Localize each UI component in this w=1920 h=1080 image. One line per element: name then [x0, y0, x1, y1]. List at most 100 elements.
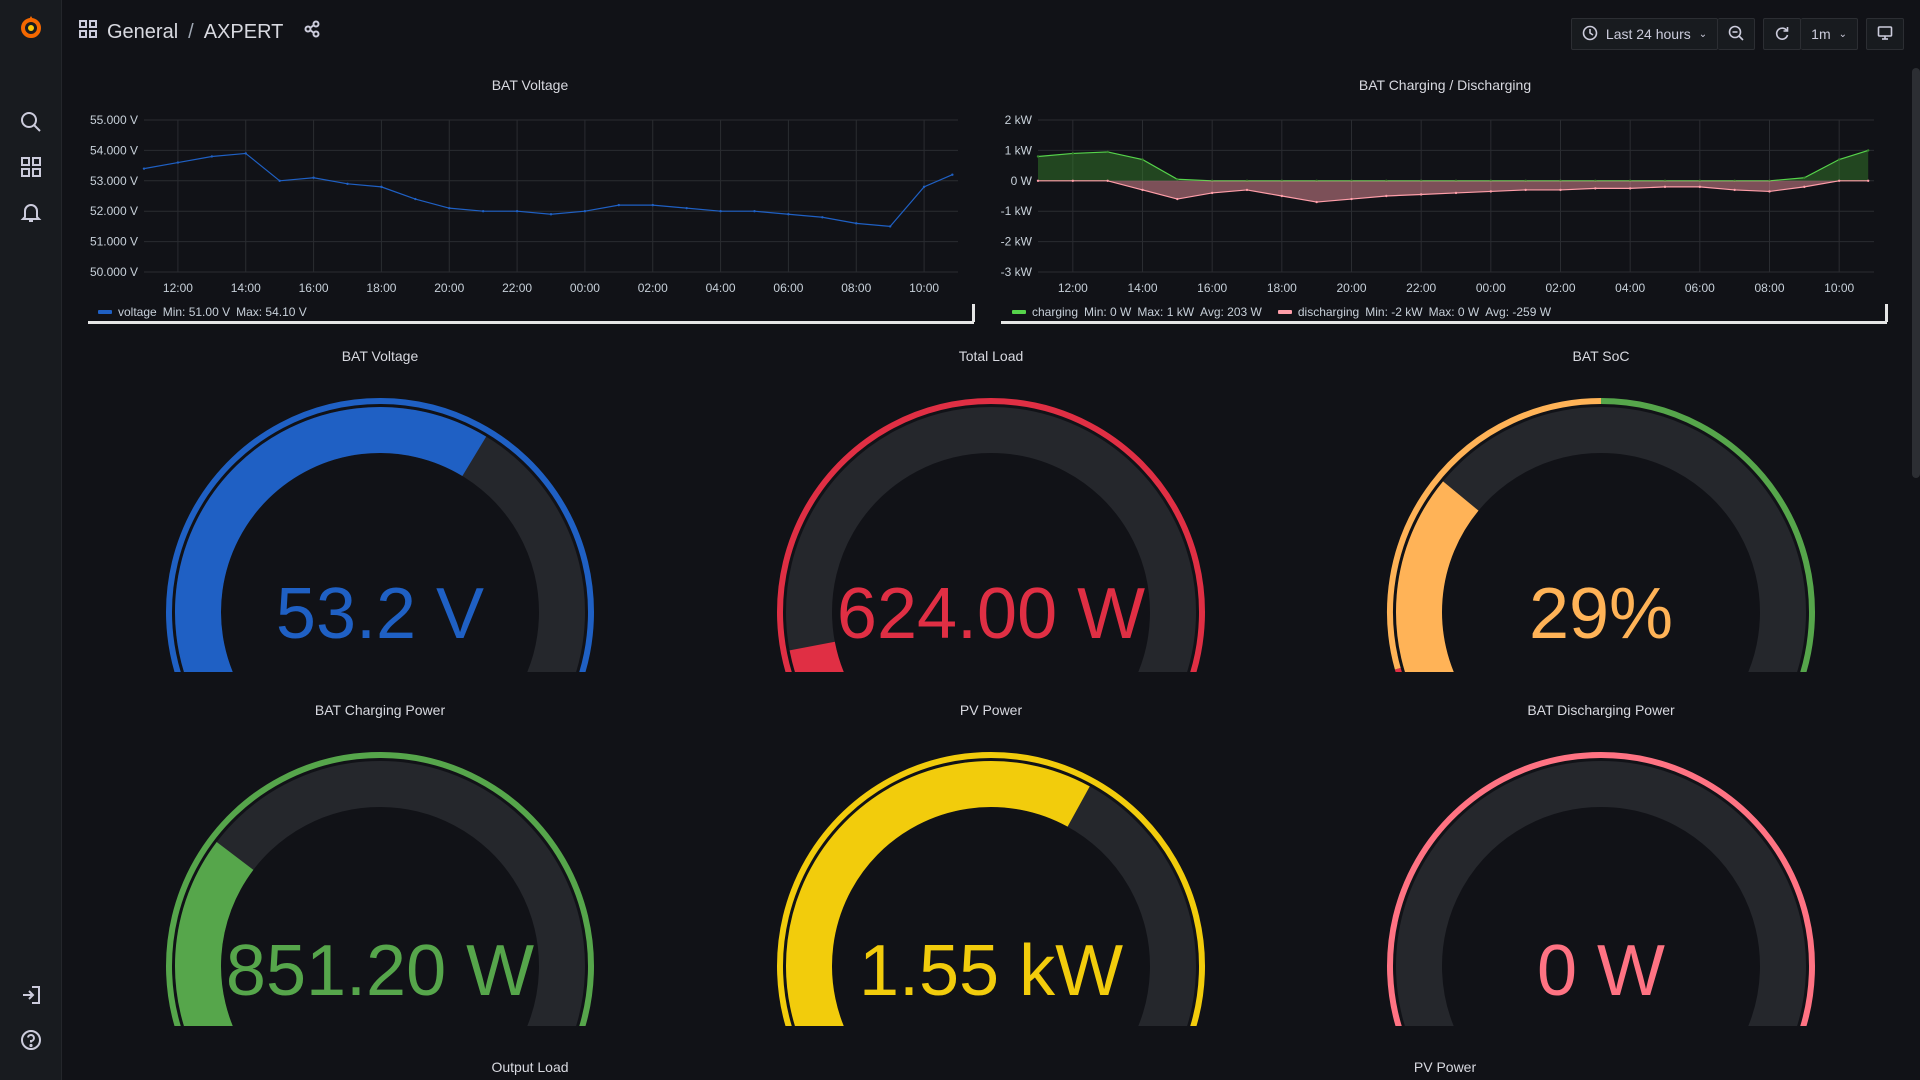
x-tick-label: 00:00 [570, 281, 600, 295]
data-point [753, 210, 756, 213]
legend-series-name: charging [1032, 305, 1079, 319]
x-tick-label: 14:00 [231, 281, 261, 295]
data-point [888, 225, 892, 228]
panel-title: PV Power [959, 702, 1023, 718]
data-point [1141, 188, 1144, 192]
legend-item[interactable]: discharging Min: -2 kW Max: 0 W Avg: -25… [1277, 305, 1551, 319]
data-point [951, 173, 954, 176]
data-point [719, 210, 722, 213]
x-tick-label: 16:00 [299, 281, 329, 295]
data-point [787, 213, 790, 216]
x-tick-label: 20:00 [434, 281, 464, 295]
breadcrumb-folder[interactable]: General [107, 21, 178, 44]
refresh-button[interactable] [1763, 18, 1802, 50]
breadcrumb-dashboard[interactable]: AXPERT [204, 21, 284, 44]
gauge-panel[interactable]: BAT SoC 29% [1363, 348, 1839, 688]
bat-charging-chart[interactable]: 2 kW 1 kW 0 W -1 kW -2 kW -3 kW 12:00 14:00 16:0… [994, 104, 1886, 302]
y-tick-label: 55.000 V [90, 113, 138, 127]
data-point [448, 206, 451, 210]
dashboards-icon[interactable] [14, 150, 48, 184]
gauge-panel[interactable]: Total Load 624.00 W [753, 348, 1229, 688]
breadcrumb-separator: / [188, 20, 194, 43]
gauge-value: 624.00 W [836, 574, 1146, 654]
chart-legend: voltage Min: 51.00 V Max: 54.10 V [98, 305, 315, 319]
data-point [1141, 158, 1144, 161]
grafana-logo-icon[interactable] [14, 10, 48, 44]
legend-scrollbar-end[interactable] [1885, 304, 1888, 322]
legend-swatch [98, 310, 112, 314]
legend-scrollbar-end[interactable] [972, 304, 975, 322]
legend-item[interactable]: charging Min: 0 W Max: 1 kW Avg: 203 W [1012, 305, 1262, 319]
data-point [1071, 179, 1075, 182]
data-point [1245, 188, 1249, 192]
zoom-out-icon [1728, 25, 1744, 44]
x-tick-label: 12:00 [163, 281, 193, 295]
data-point [1663, 185, 1667, 189]
gauge-panel[interactable]: BAT Charging Power 851.20 W [142, 702, 618, 1042]
data-point [244, 152, 247, 155]
sign-in-icon[interactable] [14, 978, 48, 1012]
data-point [1698, 185, 1702, 189]
x-tick-label: 06:00 [773, 281, 803, 295]
x-tick-label: 20:00 [1336, 281, 1366, 295]
y-tick-label: -1 kW [1001, 204, 1033, 218]
x-tick-label: 12:00 [1058, 281, 1088, 295]
data-point [1176, 197, 1179, 201]
legend-min: Min: 0 W [1084, 305, 1132, 319]
panel-title: BAT SoC [1572, 348, 1630, 364]
x-tick-label: 08:00 [1754, 281, 1784, 295]
y-tick-label: -2 kW [1001, 235, 1033, 249]
legend-series-name: discharging [1297, 305, 1360, 319]
refresh-icon [1774, 25, 1790, 44]
data-point [1419, 193, 1423, 196]
x-tick-label: 04:00 [706, 281, 736, 295]
gauge-value: 53.2 V [275, 574, 485, 654]
panel-title: BAT Voltage [491, 77, 569, 93]
help-icon[interactable] [14, 1023, 48, 1057]
search-icon[interactable] [14, 105, 48, 139]
data-point [1837, 158, 1841, 161]
y-tick-label: 51.000 V [90, 235, 138, 249]
sidebar [0, 0, 62, 1080]
tv-mode-button[interactable] [1866, 18, 1904, 50]
data-point [821, 216, 824, 219]
data-point [346, 182, 349, 186]
zoom-out-button[interactable] [1718, 18, 1756, 50]
tv-mode-icon [1877, 25, 1893, 44]
refresh-interval-picker[interactable]: 1m ⌄ [1801, 18, 1858, 50]
data-point [1489, 190, 1493, 193]
y-tick-label: -3 kW [1001, 265, 1033, 279]
data-point [1559, 188, 1562, 192]
data-point [1768, 190, 1771, 193]
page-scrollbar[interactable] [1912, 68, 1920, 478]
data-point [414, 197, 417, 201]
data-point [312, 176, 315, 179]
clock-icon [1582, 25, 1598, 44]
series-line [143, 152, 953, 228]
refresh-interval-label: 1m [1811, 26, 1831, 42]
x-tick-label: 10:00 [909, 281, 939, 295]
data-point [1803, 176, 1806, 179]
data-point [1594, 187, 1597, 190]
legend-series-name: voltage [118, 305, 157, 319]
x-tick-label: 10:00 [1824, 281, 1854, 295]
legend-scrollbar[interactable] [88, 321, 974, 324]
time-range-picker[interactable]: Last 24 hours ⌄ [1570, 18, 1719, 50]
gauge-panel[interactable]: BAT Discharging Power 0 W [1363, 702, 1839, 1042]
gauge-panel[interactable]: BAT Voltage 53.2 V [142, 348, 618, 688]
share-icon[interactable] [303, 20, 321, 44]
legend-scrollbar[interactable] [1001, 321, 1887, 324]
gauge-panel[interactable]: PV Power 1.55 kW [753, 702, 1229, 1042]
data-point [1106, 179, 1109, 182]
chevron-down-icon: ⌄ [1838, 28, 1847, 40]
panel-title: PV Power [1413, 1059, 1477, 1075]
panel-title: BAT Charging Power [314, 702, 446, 718]
data-point [210, 155, 214, 158]
y-tick-label: 0 W [1011, 174, 1033, 188]
legend-item[interactable]: voltage Min: 51.00 V Max: 54.10 V [98, 305, 307, 319]
data-point [1733, 188, 1736, 192]
bell-icon[interactable] [14, 195, 48, 229]
panel-title: BAT Charging / Discharging [1358, 77, 1532, 93]
bat-voltage-chart[interactable]: 55.000 V 54.000 V 53.000 V 52.000 V 51.000 V… [82, 104, 978, 302]
x-tick-label: 16:00 [1197, 281, 1227, 295]
